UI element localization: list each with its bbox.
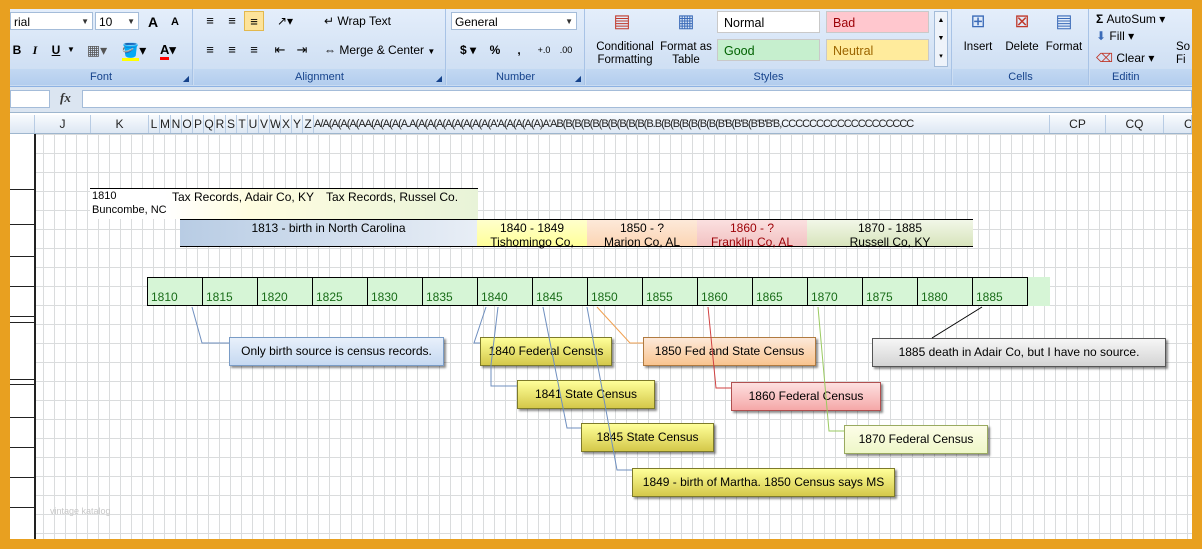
connector-1870	[817, 306, 844, 432]
connector-1840	[473, 306, 487, 344]
connector-1885	[931, 306, 983, 339]
connector-1845	[542, 306, 581, 429]
connector-1849	[586, 306, 632, 471]
connector-birth	[191, 306, 229, 344]
connector-lines	[191, 306, 983, 471]
connector-1841	[490, 306, 517, 387]
connector-1860	[707, 306, 731, 389]
connector-1850	[596, 306, 643, 344]
